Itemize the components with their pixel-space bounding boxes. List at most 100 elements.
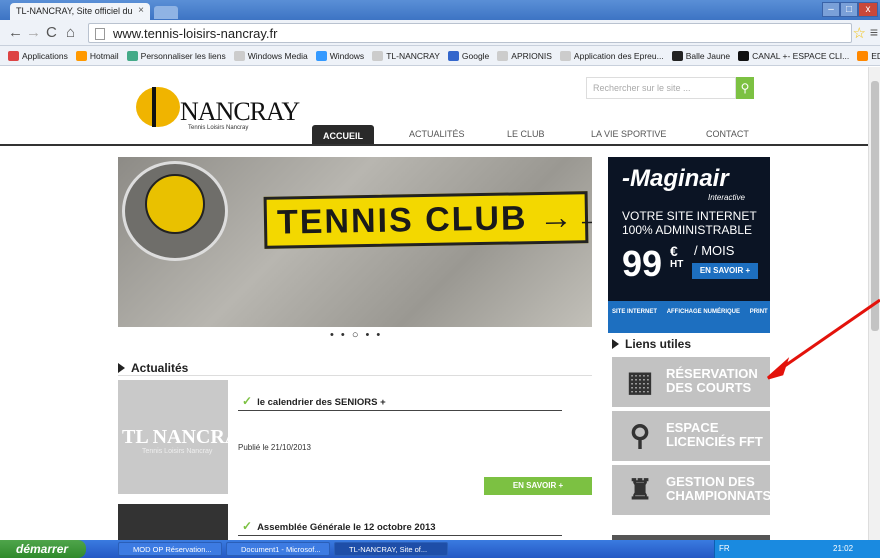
- ad-line1: VOTRE SITE INTERNET: [622, 209, 757, 223]
- minimize-button[interactable]: –: [822, 2, 840, 17]
- lien-reservation-courts[interactable]: ▦ RÉSERVATION DES COURTS: [612, 357, 770, 407]
- search-icon[interactable]: ⚲: [736, 77, 754, 99]
- bookmark-label: Applications: [22, 51, 68, 61]
- ad-footer: SITE INTERNET AFFICHAGE NUMÉRIQUE PRINT: [608, 301, 770, 333]
- bookmark-item[interactable]: Application des Epreu...: [559, 51, 664, 61]
- thumb-subtitle: Tennis Loisirs Nancray: [142, 448, 213, 455]
- bookmark-item[interactable]: EDF Tempo: [857, 51, 880, 61]
- lien-line2: LICENCIÉS FFT: [666, 434, 763, 449]
- news-underline: [238, 410, 562, 411]
- nav-vie-sportive[interactable]: LA VIE SPORTIVE: [591, 129, 666, 139]
- nav-actualites[interactable]: ACTUALITÉS: [409, 129, 465, 139]
- reload-icon[interactable]: C: [46, 24, 57, 42]
- hero-sign-text: TENNIS CLUB →→: [263, 191, 592, 249]
- bookmark-label: Application des Epreu...: [573, 51, 664, 61]
- site-search-input[interactable]: Rechercher sur le site ...: [586, 77, 736, 99]
- news-thumbnail[interactable]: [118, 504, 228, 540]
- maximize-button[interactable]: □: [840, 2, 858, 17]
- ad-currency: €: [670, 243, 678, 259]
- news-title-text: Assemblée Générale le 12 octobre 2013: [257, 522, 436, 533]
- home-icon[interactable]: ⌂: [66, 24, 75, 42]
- back-icon[interactable]: ←: [8, 24, 23, 42]
- bookmark-item[interactable]: Google: [447, 51, 490, 61]
- task-document1[interactable]: Document1 - Microsof...: [226, 542, 330, 556]
- menu-icon[interactable]: ≡: [870, 24, 878, 40]
- bookmark-item[interactable]: Applications: [8, 51, 68, 61]
- check-icon: ✓: [242, 394, 253, 408]
- bookmark-label: Windows Media: [247, 51, 308, 61]
- bookmark-icon: [233, 51, 245, 61]
- bookmark-item[interactable]: CANAL +- ESPACE CLI...: [738, 51, 849, 61]
- lien-gestion-championnats[interactable]: ♜ GESTION DES CHAMPIONNATS: [612, 465, 771, 515]
- task-mod-op[interactable]: MOD OP Réservation...: [118, 542, 222, 556]
- url-input[interactable]: www.tennis-loisirs-nancray.fr: [88, 23, 852, 43]
- nav-le-club[interactable]: LE CLUB: [507, 129, 545, 139]
- main-nav: ACCUEIL ACTUALITÉS LE CLUB LA VIE SPORTI…: [0, 125, 868, 146]
- lien-line1: RÉSERVATION: [666, 366, 758, 381]
- bookmark-item[interactable]: Balle Jaune: [671, 51, 731, 61]
- actualites-divider: [118, 375, 592, 376]
- nav-accueil[interactable]: ACCUEIL: [312, 125, 374, 146]
- ad-brand: -Maginair: [622, 165, 729, 192]
- bookmark-item[interactable]: Personnaliser les liens: [126, 51, 226, 61]
- bookmark-label: Windows: [329, 51, 365, 61]
- news-savoir-button[interactable]: EN SAVOIR +: [484, 477, 592, 495]
- task-tl-nancray[interactable]: TL-NANCRAY, Site of...: [334, 542, 448, 556]
- ad-per-month: / MOIS: [694, 243, 735, 258]
- news-title-text: le calendrier des SENIORS +: [257, 397, 386, 408]
- news-thumbnail[interactable]: TL NANCRAY Tennis Loisirs Nancray: [118, 380, 252, 494]
- actualites-heading: Actualités: [118, 361, 188, 375]
- bookmark-item[interactable]: Windows Media: [233, 51, 308, 61]
- logo-text: NANCRAY: [180, 97, 300, 126]
- nav-divider: [0, 144, 868, 146]
- new-tab-button[interactable]: [154, 6, 178, 19]
- maginair-ad-banner[interactable]: -Maginair Interactive VOTRE SITE INTERNE…: [608, 157, 770, 333]
- page-scrollbar[interactable]: [868, 67, 880, 540]
- clock: 21:02: [833, 544, 854, 553]
- lien-espace-licencies[interactable]: ⚲ ESPACE LICENCIÉS FFT: [612, 411, 770, 461]
- hero-slider-image[interactable]: TENNIS CLUB →→: [118, 157, 592, 327]
- slider-dots[interactable]: • • ○ • •: [330, 329, 382, 341]
- close-window-button[interactable]: x: [858, 2, 878, 17]
- ad-ht: HT: [670, 259, 684, 270]
- bookmark-icon: [8, 51, 19, 61]
- news-date: Publié le 21/10/2013: [238, 443, 311, 452]
- language-indicator[interactable]: FR: [719, 544, 730, 553]
- bookmark-label: APRIONIS: [511, 51, 552, 61]
- bookmark-item[interactable]: Windows: [315, 51, 365, 61]
- thumb-title: TL NANCRAY: [122, 426, 252, 448]
- bookmark-icon: [559, 51, 571, 61]
- bookmark-icon: [75, 51, 87, 61]
- bookmark-icon: [857, 51, 869, 61]
- bookmark-item[interactable]: Hotmail: [75, 51, 119, 61]
- bookmark-label: Hotmail: [89, 51, 119, 61]
- bookmark-label: Google: [461, 51, 490, 61]
- bookmark-label: Personnaliser les liens: [140, 51, 226, 61]
- bookmark-star-icon[interactable]: ☆: [853, 24, 866, 42]
- court-icon: ▦: [626, 366, 654, 397]
- bookmark-icon: [372, 51, 384, 61]
- bookmark-item[interactable]: TL-NANCRAY: [372, 51, 440, 61]
- browser-tab[interactable]: TL-NANCRAY, Site officiel du ×: [10, 3, 150, 20]
- news-title-1[interactable]: ✓ le calendrier des SENIORS +: [242, 394, 386, 408]
- bookmark-icon: [497, 51, 509, 61]
- club-emblem: [122, 161, 228, 261]
- logo-ball-icon: [136, 87, 180, 127]
- nav-contact[interactable]: CONTACT: [706, 129, 749, 139]
- bookmark-label: Balle Jaune: [685, 51, 731, 61]
- ad-line2: 100% ADMINISTRABLE: [622, 223, 753, 237]
- bookmark-icon: [315, 51, 327, 61]
- lien-line1: ESPACE: [666, 420, 719, 435]
- news-title-2[interactable]: ✓ Assemblée Générale le 12 octobre 2013: [242, 519, 436, 533]
- scrollbar-thumb[interactable]: [871, 81, 879, 331]
- bookmark-item[interactable]: APRIONIS: [497, 51, 552, 61]
- tab-close-icon[interactable]: ×: [138, 5, 144, 16]
- ad-savoir-button[interactable]: EN SAVOIR +: [692, 263, 758, 279]
- start-button[interactable]: démarrer: [0, 540, 86, 558]
- bookmark-label: EDF Tempo: [871, 51, 880, 61]
- bookmarks-bar: Applications Hotmail Personnaliser les lie…: [0, 46, 880, 66]
- check-icon: ✓: [242, 519, 253, 533]
- ad-price: 99: [622, 243, 663, 284]
- bookmark-icon: [447, 51, 459, 61]
- forward-icon[interactable]: →: [26, 24, 41, 42]
